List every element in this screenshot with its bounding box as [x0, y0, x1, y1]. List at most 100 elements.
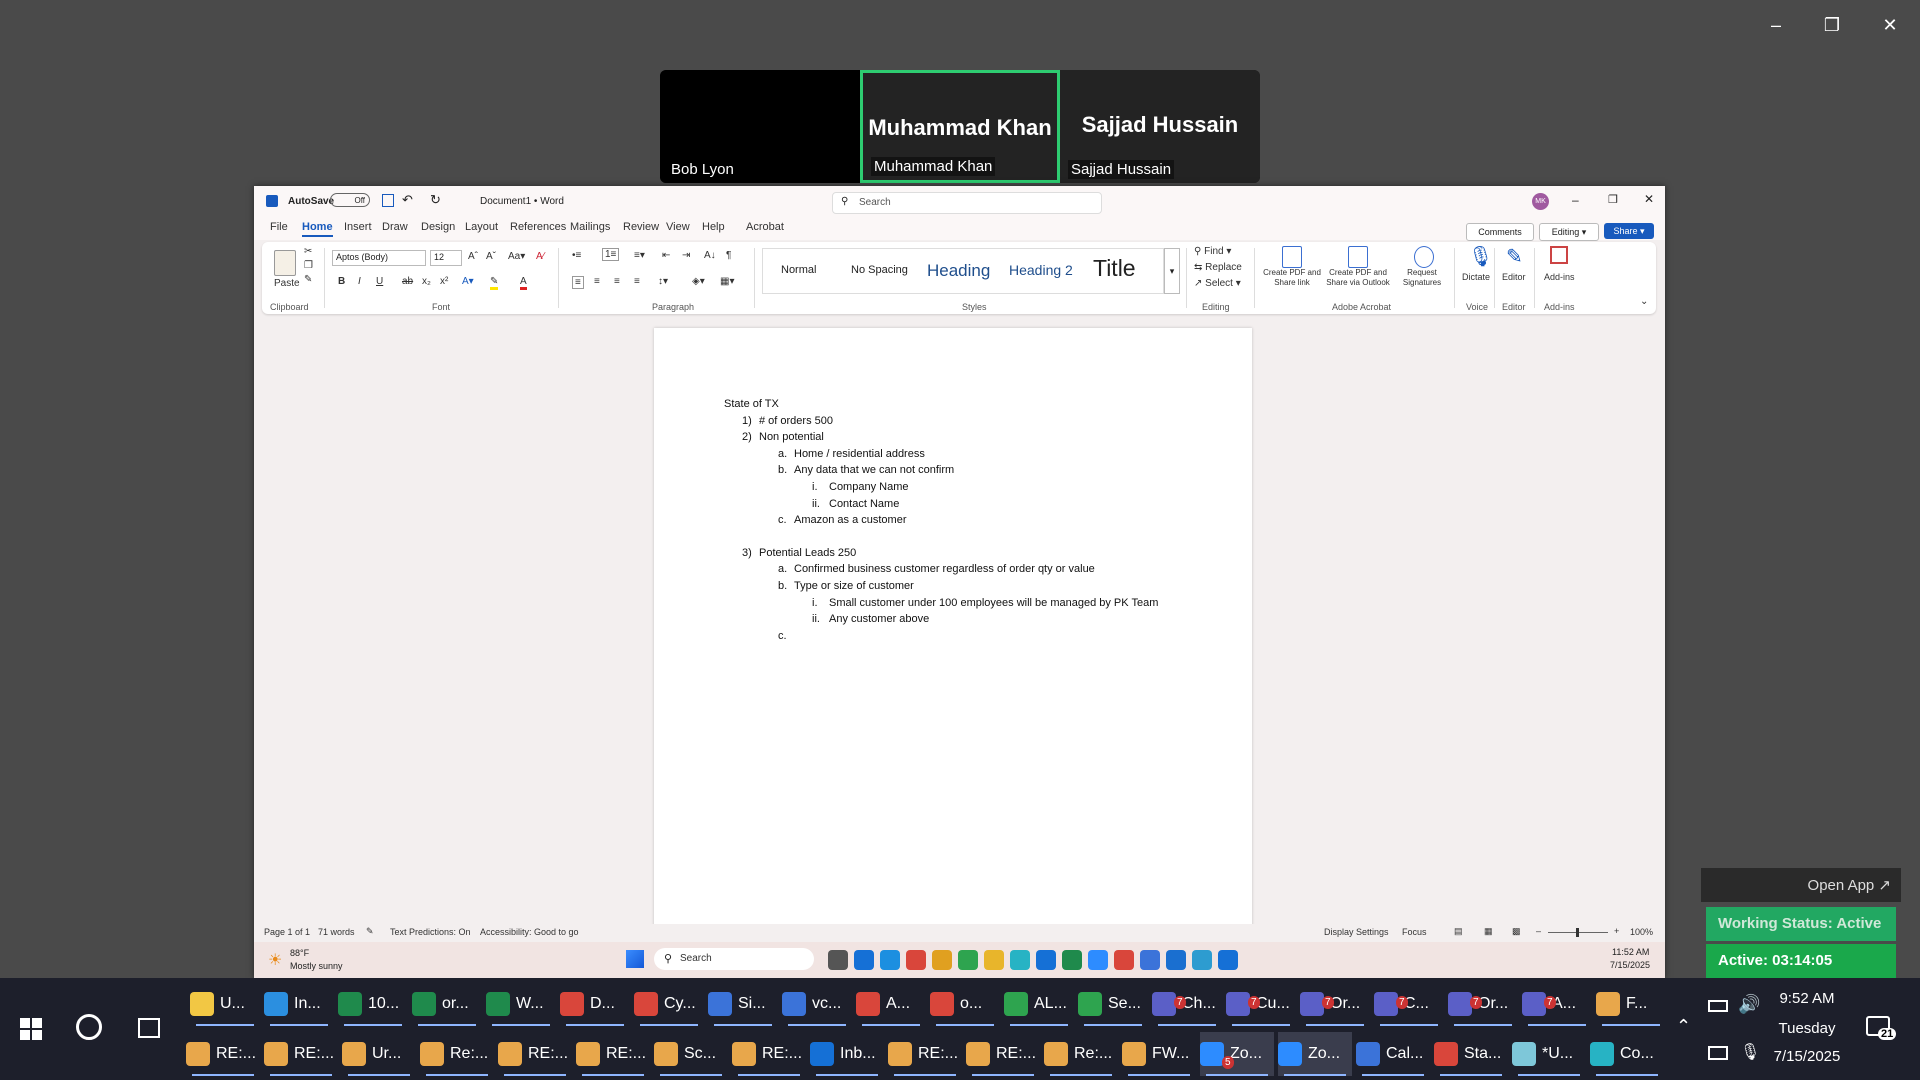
- tab-draw[interactable]: Draw: [382, 221, 408, 233]
- taskbar-app-button[interactable]: RE:...: [498, 1032, 572, 1076]
- network-icon[interactable]: [1708, 1046, 1728, 1060]
- taskbar-app-button[interactable]: RE:...: [888, 1032, 962, 1076]
- increase-indent-icon[interactable]: ⇥: [682, 250, 690, 261]
- taskbar-app-button[interactable]: Cy...: [634, 982, 704, 1026]
- tab-home[interactable]: Home: [302, 221, 333, 237]
- grow-font-icon[interactable]: Aˆ: [468, 251, 478, 262]
- collapse-ribbon-icon[interactable]: ⌄: [1640, 296, 1648, 307]
- zoom-in-icon[interactable]: +: [1614, 926, 1619, 936]
- tab-view[interactable]: View: [666, 221, 690, 233]
- accessibility-status[interactable]: Accessibility: Good to go: [480, 927, 579, 937]
- shading-icon[interactable]: ◈▾: [692, 276, 705, 287]
- remote-app-icon[interactable]: [1114, 950, 1134, 970]
- word-minimize-icon[interactable]: –: [1572, 193, 1579, 207]
- find-button[interactable]: ⚲ Find ▾: [1194, 246, 1231, 257]
- taskbar-app-button[interactable]: RE:...: [732, 1032, 806, 1076]
- create-pdf-link-button[interactable]: Create PDF and Share link: [1262, 268, 1322, 288]
- show-marks-icon[interactable]: ¶: [726, 250, 731, 261]
- remote-app-icon[interactable]: [1062, 950, 1082, 970]
- format-painter-icon[interactable]: ✎: [304, 274, 312, 285]
- zoom-level[interactable]: 100%: [1630, 927, 1653, 937]
- document-line[interactable]: State of TX: [724, 398, 779, 410]
- taskbar-app-button[interactable]: W...: [486, 982, 556, 1026]
- remote-app-icon[interactable]: [1036, 950, 1056, 970]
- taskbar-app-button[interactable]: Sc...: [654, 1032, 728, 1076]
- taskbar-app-button[interactable]: U...: [190, 982, 260, 1026]
- change-case-icon[interactable]: Aa▾: [508, 251, 525, 262]
- tab-references[interactable]: References: [510, 221, 566, 233]
- taskbar-app-button[interactable]: Cu... 7: [1226, 982, 1296, 1026]
- taskbar-app-button[interactable]: A... 7: [1522, 982, 1592, 1026]
- taskbar-app-button[interactable]: RE:...: [186, 1032, 260, 1076]
- remote-app-icon[interactable]: [958, 950, 978, 970]
- close-icon[interactable]: ✕: [1870, 8, 1910, 42]
- taskbar-app-button[interactable]: Co...: [1590, 1032, 1664, 1076]
- cut-icon[interactable]: ✂: [304, 246, 312, 257]
- taskbar-app-button[interactable]: F...: [1596, 982, 1666, 1026]
- line-spacing-icon[interactable]: ↕▾: [658, 276, 668, 287]
- document-line[interactable]: Home / residential address: [794, 448, 925, 460]
- tab-mailings[interactable]: Mailings: [570, 221, 610, 233]
- taskbar-app-button[interactable]: Or... 7: [1300, 982, 1370, 1026]
- taskbar-app-button[interactable]: RE:...: [264, 1032, 338, 1076]
- microphone-icon[interactable]: 🎙: [1740, 1042, 1760, 1062]
- editor-button[interactable]: Editor: [1502, 272, 1526, 282]
- remote-app-icon[interactable]: [880, 950, 900, 970]
- taskbar-app-button[interactable]: Re:...: [1044, 1032, 1118, 1076]
- shrink-font-icon[interactable]: Aˇ: [486, 251, 496, 262]
- share-button[interactable]: Share ▾: [1604, 223, 1654, 239]
- taskbar-app-button[interactable]: RE:...: [576, 1032, 650, 1076]
- start-icon[interactable]: [626, 950, 644, 968]
- tab-acrobat[interactable]: Acrobat: [746, 221, 784, 233]
- taskbar-app-button[interactable]: 10...: [338, 982, 408, 1026]
- taskbar-app-button[interactable]: A...: [856, 982, 926, 1026]
- search-icon[interactable]: [76, 1014, 102, 1040]
- tab-file[interactable]: File: [270, 221, 288, 233]
- minimize-icon[interactable]: –: [1756, 8, 1796, 42]
- volume-icon[interactable]: 🔊: [1738, 994, 1760, 1015]
- document-line[interactable]: Small customer under 100 employees will …: [829, 597, 1158, 609]
- zoom-out-icon[interactable]: –: [1536, 926, 1541, 936]
- remote-app-icon[interactable]: [1166, 950, 1186, 970]
- text-effects-icon[interactable]: A▾: [462, 276, 474, 287]
- highlight-icon[interactable]: ✎: [490, 276, 499, 290]
- taskbar-app-button[interactable]: Sta...: [1434, 1032, 1508, 1076]
- document-line[interactable]: Non potential: [759, 431, 824, 443]
- taskbar-app-button[interactable]: AL...: [1004, 982, 1074, 1026]
- document-page[interactable]: State of TX 1) # of orders 500 2) Non potent…: [654, 328, 1252, 948]
- tab-insert[interactable]: Insert: [344, 221, 372, 233]
- align-left-icon[interactable]: ≡: [572, 276, 584, 289]
- document-line[interactable]: Any data that we can not confirm: [794, 464, 954, 476]
- remote-app-icon[interactable]: [1218, 950, 1238, 970]
- bullets-icon[interactable]: •≡: [572, 250, 581, 261]
- numbering-icon[interactable]: 1≡: [602, 248, 620, 261]
- clear-format-icon[interactable]: A∕: [536, 251, 544, 262]
- battery-icon[interactable]: [1708, 1000, 1728, 1012]
- remote-app-icon[interactable]: [932, 950, 952, 970]
- dictate-button[interactable]: Dictate: [1462, 272, 1490, 282]
- copy-icon[interactable]: ❐: [304, 260, 313, 271]
- taskbar-app-button[interactable]: Si...: [708, 982, 778, 1026]
- remote-app-icon[interactable]: [1010, 950, 1030, 970]
- bold-icon[interactable]: B: [338, 276, 345, 287]
- document-line[interactable]: Contact Name: [829, 498, 899, 510]
- taskbar-app-button[interactable]: D...: [560, 982, 630, 1026]
- remote-search-box[interactable]: ⚲ Search: [654, 948, 814, 970]
- style-normal[interactable]: Normal: [781, 264, 816, 276]
- remote-app-icon[interactable]: [984, 950, 1004, 970]
- taskbar-app-button[interactable]: Zo...: [1278, 1032, 1352, 1076]
- taskbar-app-button[interactable]: C... 7: [1374, 982, 1444, 1026]
- paste-button[interactable]: Paste: [274, 278, 300, 289]
- decrease-indent-icon[interactable]: ⇤: [662, 250, 670, 261]
- word-search-box[interactable]: ⚲ Search: [832, 192, 1102, 214]
- superscript-icon[interactable]: x²: [440, 276, 448, 287]
- print-layout-icon[interactable]: ▦: [1484, 926, 1493, 937]
- request-signatures-button[interactable]: Request Signatures: [1396, 268, 1448, 288]
- restore-icon[interactable]: ❐: [1812, 8, 1852, 42]
- word-count[interactable]: 71 words: [318, 927, 355, 937]
- taskbar-app-button[interactable]: Re:...: [420, 1032, 494, 1076]
- editing-mode-button[interactable]: Editing ▾: [1539, 223, 1599, 241]
- document-line[interactable]: Company Name: [829, 481, 908, 493]
- clock-day[interactable]: Tuesday: [1762, 1020, 1852, 1037]
- style-heading[interactable]: Heading: [927, 261, 990, 281]
